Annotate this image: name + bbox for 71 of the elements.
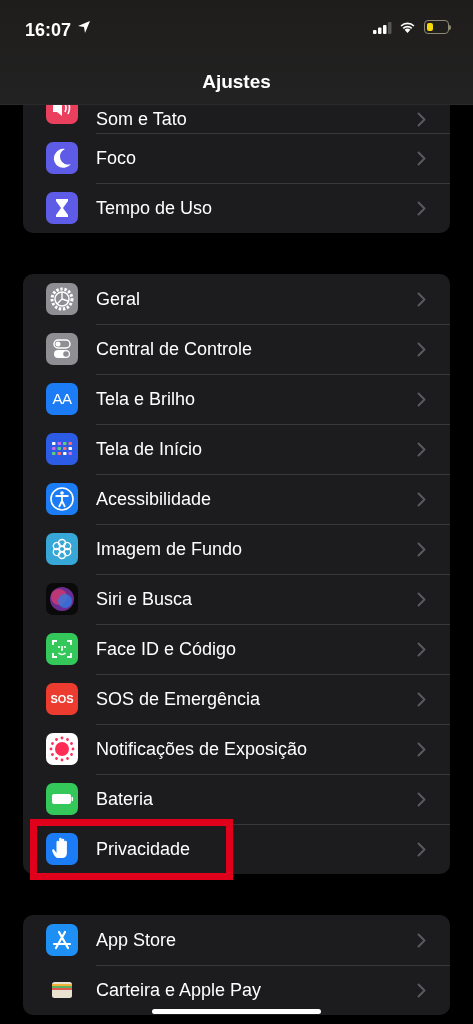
row-label: Siri e Busca bbox=[96, 588, 194, 611]
chevron-icon bbox=[417, 442, 426, 457]
status-time: 16:07 bbox=[25, 19, 72, 42]
row-label: Imagem de Fundo bbox=[96, 538, 244, 561]
settings-row[interactable]: Notificações de Exposição bbox=[23, 724, 450, 774]
row-label: Som e Tato bbox=[96, 107, 188, 131]
settings-row[interactable]: Central de Controle bbox=[23, 324, 450, 374]
row-label: Bateria bbox=[96, 788, 155, 811]
chevron-icon bbox=[417, 342, 426, 357]
chevron-icon bbox=[417, 111, 426, 127]
settings-row[interactable]: Acessibilidade bbox=[23, 474, 450, 524]
speaker-icon bbox=[46, 105, 78, 124]
settings-row[interactable]: Siri e Busca bbox=[23, 574, 450, 624]
chevron-icon bbox=[417, 542, 426, 557]
accessibility-icon bbox=[46, 483, 78, 515]
settings-row[interactable]: Tela de Início bbox=[23, 424, 450, 474]
settings-row[interactable]: AA Tela e Brilho bbox=[23, 374, 450, 424]
chevron-icon bbox=[417, 692, 426, 707]
settings-row[interactable]: Imagem de Fundo bbox=[23, 524, 450, 574]
row-label: SOS de Emergência bbox=[96, 688, 262, 711]
signal-icon bbox=[373, 22, 392, 34]
chevron-icon bbox=[417, 792, 426, 807]
row-label: Face ID e Código bbox=[96, 638, 238, 661]
settings-row[interactable]: Foco bbox=[23, 133, 450, 183]
exposure-dots-icon bbox=[46, 733, 78, 765]
row-label: Geral bbox=[96, 287, 141, 311]
settings-row[interactable]: SOS SOS de Emergência bbox=[23, 674, 450, 724]
row-label: Tela de Início bbox=[96, 438, 204, 461]
sos-icon: SOS bbox=[46, 683, 78, 715]
text-size-icon: AA bbox=[46, 383, 78, 415]
chevron-icon bbox=[417, 201, 426, 216]
row-label: Acessibilidade bbox=[96, 488, 213, 511]
app-grid-icon bbox=[46, 433, 78, 465]
orb-icon bbox=[46, 583, 78, 615]
settings-row[interactable]: Bateria bbox=[23, 774, 450, 824]
settings-row[interactable]: App Store bbox=[23, 915, 450, 965]
toggle-switches-icon bbox=[46, 333, 78, 365]
row-label: Tela e Brilho bbox=[96, 388, 197, 411]
hourglass-icon bbox=[46, 192, 78, 224]
row-label: Tempo de Uso bbox=[96, 197, 214, 220]
hand-icon bbox=[46, 833, 78, 865]
battery-icon bbox=[46, 783, 78, 815]
settings-row[interactable]: Privacidade bbox=[23, 824, 450, 874]
settings-row[interactable]: Geral bbox=[23, 274, 450, 324]
chevron-icon bbox=[417, 932, 426, 948]
chevron-icon bbox=[417, 592, 426, 607]
chevron-icon bbox=[417, 642, 426, 657]
chevron-icon bbox=[417, 983, 426, 998]
row-label: Privacidade bbox=[96, 838, 192, 861]
row-label: App Store bbox=[96, 928, 178, 952]
app-store-icon bbox=[46, 924, 78, 956]
gear-icon bbox=[46, 283, 78, 315]
row-label: Central de Controle bbox=[96, 338, 254, 361]
chevron-icon bbox=[417, 291, 426, 307]
chevron-icon bbox=[417, 151, 426, 166]
settings-row[interactable]: Face ID e Código bbox=[23, 624, 450, 674]
chevron-icon bbox=[417, 742, 426, 757]
row-label: Notificações de Exposição bbox=[96, 738, 309, 761]
flower-icon bbox=[46, 533, 78, 565]
chevron-icon bbox=[417, 392, 426, 407]
chevron-icon bbox=[417, 842, 426, 857]
battery-icon bbox=[424, 20, 452, 34]
chevron-icon bbox=[417, 492, 426, 507]
wifi-icon bbox=[399, 20, 416, 33]
screen-title: Ajustes bbox=[201, 70, 272, 94]
row-label: Carteira e Apple Pay bbox=[96, 979, 263, 1002]
row-label: Foco bbox=[96, 147, 138, 170]
location-arrow-icon bbox=[77, 20, 91, 34]
moon-icon bbox=[46, 142, 78, 174]
face-scan-icon bbox=[46, 633, 78, 665]
settings-row[interactable]: Tempo de Uso bbox=[23, 183, 450, 233]
